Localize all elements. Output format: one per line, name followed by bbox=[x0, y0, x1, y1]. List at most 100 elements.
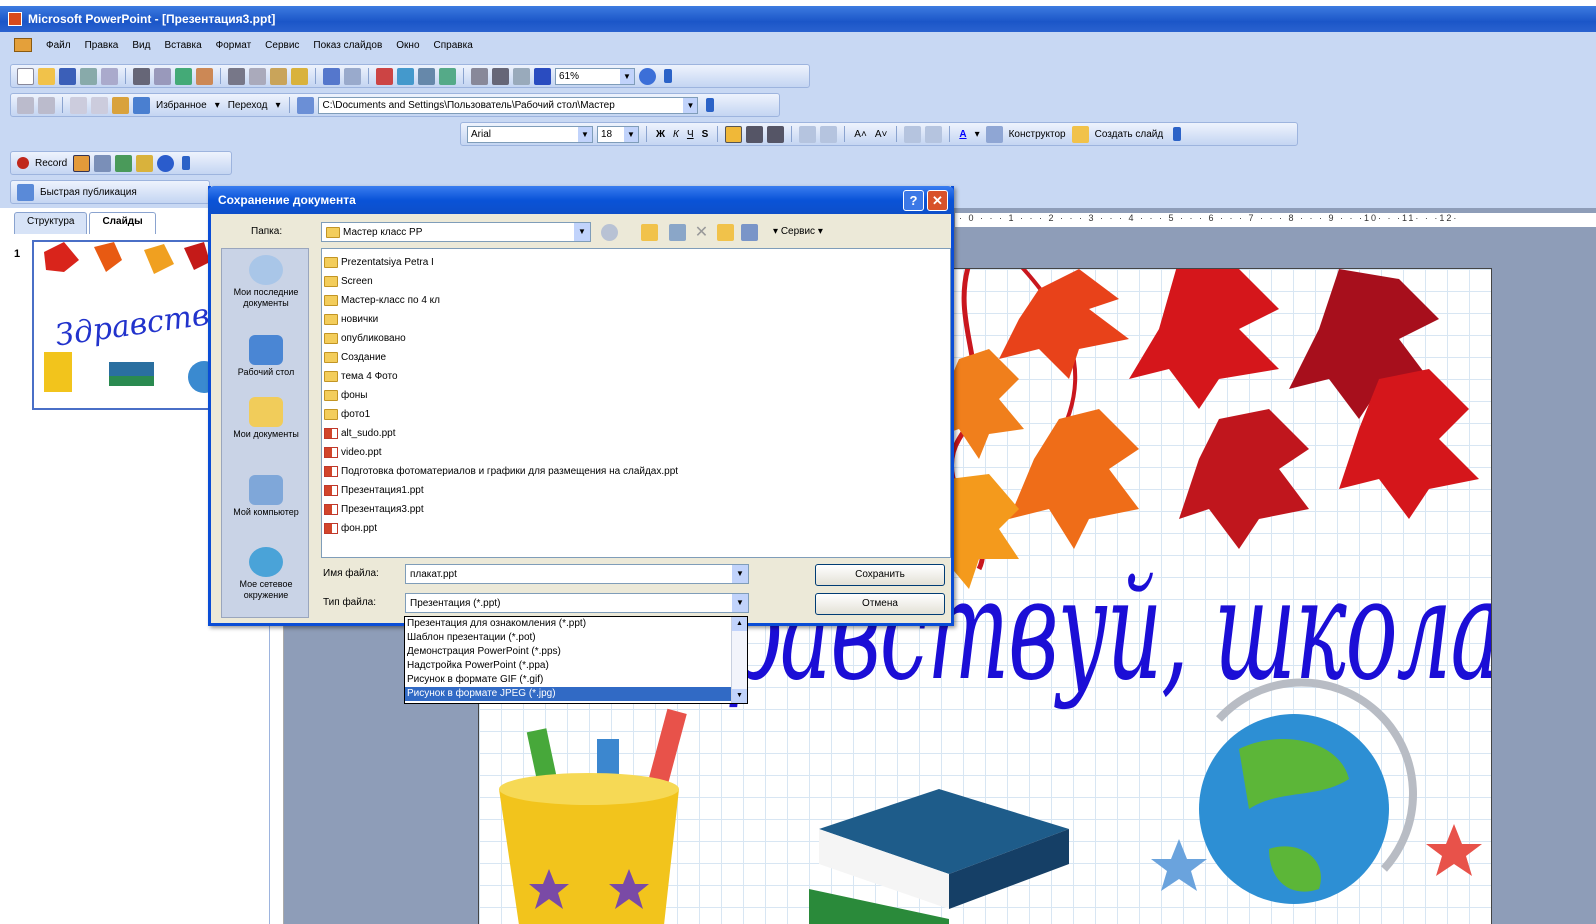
back-icon[interactable] bbox=[17, 96, 34, 114]
chevron-down-icon[interactable]: ▼ bbox=[578, 126, 592, 142]
filetype-option[interactable]: Шаблон презентации (*.pot) bbox=[405, 631, 747, 645]
file-item[interactable]: Презентация3.ppt bbox=[324, 500, 424, 518]
slide-thumbnail[interactable]: Здравствуй, школа bbox=[32, 240, 210, 410]
grid-icon[interactable] bbox=[513, 67, 530, 85]
filename-input[interactable]: плакат.ppt ▼ bbox=[405, 564, 749, 584]
menu-tools[interactable]: Сервис bbox=[265, 40, 299, 51]
file-item[interactable]: Screen bbox=[324, 272, 373, 290]
file-item[interactable]: Подготовка фотоматериалов и графики для … bbox=[324, 462, 678, 480]
place-recent[interactable]: Мои последние документы bbox=[222, 255, 310, 309]
show-web-toolbar-icon[interactable] bbox=[297, 96, 315, 114]
filetype-option[interactable]: Надстройка PowerPoint (*.ppa) bbox=[405, 659, 747, 673]
print-preview-icon[interactable] bbox=[154, 67, 171, 85]
designer-icon[interactable] bbox=[985, 125, 1003, 143]
chevron-down-icon[interactable]: ▾ bbox=[273, 100, 282, 111]
file-item[interactable]: фон.ppt bbox=[324, 519, 377, 537]
new-slide-icon[interactable] bbox=[1071, 125, 1089, 143]
tool-icon[interactable] bbox=[136, 154, 154, 172]
underline-icon[interactable]: Ч bbox=[685, 129, 696, 140]
file-item[interactable]: новички bbox=[324, 310, 378, 328]
open-icon[interactable] bbox=[38, 67, 55, 85]
address-combo[interactable]: C:\Documents and Settings\Пользователь\Р… bbox=[318, 96, 699, 114]
record-icon[interactable] bbox=[17, 157, 29, 169]
help-icon[interactable]: ? bbox=[903, 190, 924, 211]
chevron-down-icon[interactable]: ▼ bbox=[683, 97, 698, 113]
copy-icon[interactable] bbox=[249, 67, 266, 85]
scroll-down-icon[interactable]: ▼ bbox=[732, 689, 747, 703]
scroll-up-icon[interactable]: ▲ bbox=[732, 617, 747, 631]
italic-icon[interactable]: К bbox=[671, 129, 681, 140]
record-button[interactable]: Record bbox=[33, 158, 69, 169]
cancel-button[interactable]: Отмена bbox=[815, 593, 945, 615]
search-icon[interactable] bbox=[669, 224, 686, 241]
shadow-icon[interactable]: S bbox=[700, 129, 711, 140]
favorites-button[interactable]: Избранное bbox=[154, 100, 209, 111]
format-painter-icon[interactable] bbox=[291, 67, 308, 85]
views-icon[interactable] bbox=[741, 224, 758, 241]
tab-outline[interactable]: Структура bbox=[14, 212, 88, 234]
filetype-select[interactable]: Презентация (*.ppt) ▼ bbox=[405, 593, 749, 613]
menu-help[interactable]: Справка bbox=[434, 40, 473, 51]
save-icon[interactable] bbox=[59, 67, 76, 85]
chevron-down-icon[interactable]: ▾ bbox=[213, 100, 222, 111]
tool-icon[interactable] bbox=[94, 154, 112, 172]
menu-edit[interactable]: Правка bbox=[85, 40, 119, 51]
undo-icon[interactable] bbox=[323, 67, 340, 85]
place-my-computer[interactable]: Мой компьютер bbox=[222, 475, 310, 518]
print-icon[interactable] bbox=[133, 67, 150, 85]
designer-button[interactable]: Конструктор bbox=[1007, 129, 1068, 140]
place-my-documents[interactable]: Мои документы bbox=[222, 397, 310, 440]
font-size-combo[interactable]: 18 ▼ bbox=[597, 125, 639, 143]
refresh-icon[interactable] bbox=[91, 96, 108, 114]
home-icon[interactable] bbox=[112, 96, 129, 114]
dialog-titlebar[interactable]: Сохранение документа ? ✕ bbox=[208, 186, 954, 214]
menu-file[interactable]: Файл bbox=[46, 40, 71, 51]
new-folder-icon[interactable] bbox=[717, 224, 734, 241]
service-button[interactable]: ▾ Сервис ▾ bbox=[771, 226, 825, 237]
file-item[interactable]: video.ppt bbox=[324, 443, 382, 461]
font-combo[interactable]: Arial ▼ bbox=[467, 125, 593, 143]
decrease-indent-icon[interactable] bbox=[904, 125, 922, 143]
up-folder-icon[interactable] bbox=[641, 224, 658, 241]
decrease-font-icon[interactable]: A˅ bbox=[873, 129, 890, 140]
increase-font-icon[interactable]: A˄ bbox=[852, 129, 869, 140]
increase-indent-icon[interactable] bbox=[925, 125, 943, 143]
hyperlink-icon[interactable] bbox=[439, 67, 456, 85]
stop-icon[interactable] bbox=[70, 96, 87, 114]
bullets-icon[interactable] bbox=[820, 125, 838, 143]
place-desktop[interactable]: Рабочий стол bbox=[222, 335, 310, 378]
document-icon[interactable] bbox=[14, 38, 32, 52]
zoom-combo[interactable]: 61% ▼ bbox=[555, 67, 635, 85]
file-item[interactable]: фоны bbox=[324, 386, 368, 404]
align-left-icon[interactable] bbox=[725, 125, 743, 143]
paste-icon[interactable] bbox=[270, 67, 287, 85]
numbering-icon[interactable] bbox=[799, 125, 817, 143]
dropdown-scrollbar[interactable]: ▲ ▼ bbox=[731, 617, 747, 703]
menu-slideshow[interactable]: Показ слайдов bbox=[313, 40, 382, 51]
save-button[interactable]: Сохранить bbox=[815, 564, 945, 586]
file-item[interactable]: фото1 bbox=[324, 405, 370, 423]
help-icon[interactable] bbox=[157, 154, 175, 172]
new-slide-button[interactable]: Создать слайд bbox=[1093, 129, 1166, 140]
tab-slides[interactable]: Слайды bbox=[89, 212, 156, 234]
filetype-option[interactable]: Рисунок в формате GIF (*.gif) bbox=[405, 673, 747, 687]
align-right-icon[interactable] bbox=[767, 125, 785, 143]
delete-icon[interactable]: ✕ bbox=[693, 224, 710, 241]
filetype-option[interactable]: Презентация для ознакомления (*.ppt) bbox=[405, 617, 747, 631]
menu-view[interactable]: Вид bbox=[132, 40, 150, 51]
redo-icon[interactable] bbox=[344, 67, 361, 85]
tool-icon[interactable] bbox=[115, 154, 133, 172]
tool-icon[interactable] bbox=[73, 154, 91, 172]
toolbar-options-icon[interactable] bbox=[664, 69, 672, 83]
research-icon[interactable] bbox=[196, 67, 213, 85]
spelling-icon[interactable] bbox=[175, 67, 192, 85]
cut-icon[interactable] bbox=[228, 67, 245, 85]
window-titlebar[interactable]: Microsoft PowerPoint - [Презентация3.ppt… bbox=[0, 6, 1596, 32]
tables-borders-icon[interactable] bbox=[418, 67, 435, 85]
show-formatting-icon[interactable] bbox=[492, 67, 509, 85]
close-icon[interactable]: ✕ bbox=[927, 190, 948, 211]
permission-icon[interactable] bbox=[80, 67, 97, 85]
email-icon[interactable] bbox=[101, 67, 118, 85]
filetype-option-selected[interactable]: Рисунок в формате JPEG (*.jpg) bbox=[405, 687, 747, 701]
menu-window[interactable]: Окно bbox=[396, 40, 419, 51]
